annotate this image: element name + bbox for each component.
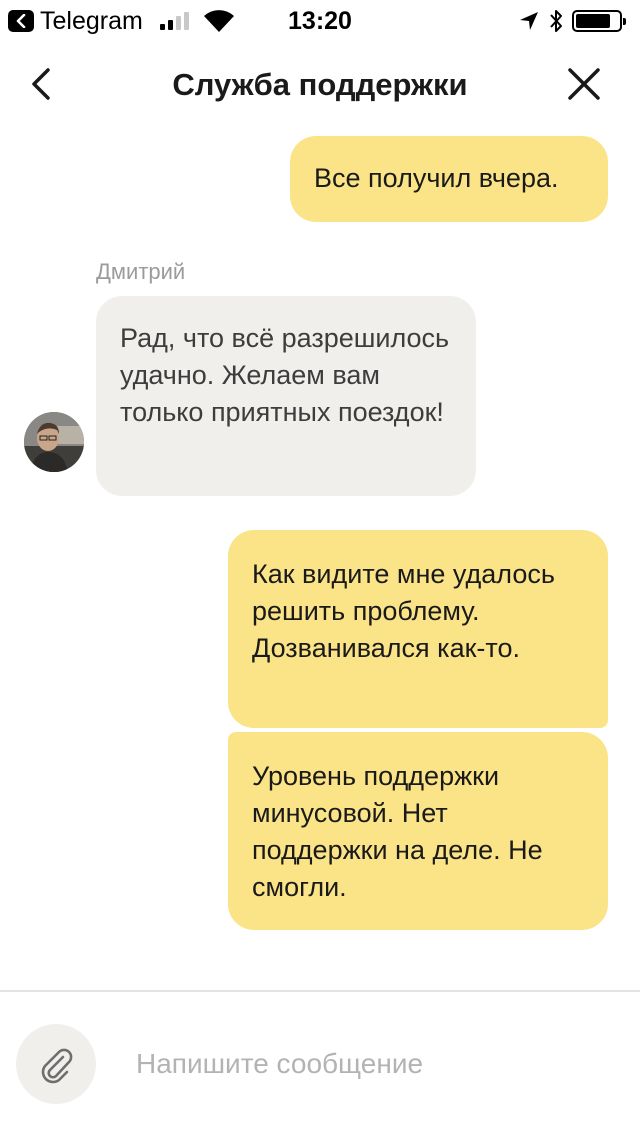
status-bar: Telegram 13:20 — [0, 0, 640, 40]
close-icon — [568, 68, 600, 100]
battery-icon — [572, 10, 626, 32]
message-input[interactable] — [120, 1040, 620, 1088]
avatar[interactable] — [24, 412, 84, 472]
clock: 13:20 — [288, 7, 352, 35]
close-button[interactable] — [562, 62, 606, 106]
outgoing-message[interactable]: Уровень поддержки минусовой. Нет поддерж… — [228, 732, 608, 930]
sender-name: Дмитрий — [96, 259, 186, 284]
paperclip-icon — [41, 1048, 73, 1084]
nav-bar: Служба поддержки — [0, 40, 640, 130]
agent-photo — [24, 412, 84, 472]
page-title: Служба поддержки — [172, 67, 468, 102]
attach-button[interactable] — [16, 1024, 96, 1104]
outgoing-message[interactable]: Как видите мне удалось решить проблему. … — [228, 530, 608, 728]
bluetooth-icon — [550, 10, 562, 32]
incoming-message[interactable]: Рад, что всё разрешилось удачно. Желаем … — [96, 296, 476, 496]
composer-divider — [0, 990, 640, 992]
location-arrow-icon — [520, 12, 538, 30]
outgoing-message[interactable]: Все получил вчера. — [290, 136, 608, 222]
